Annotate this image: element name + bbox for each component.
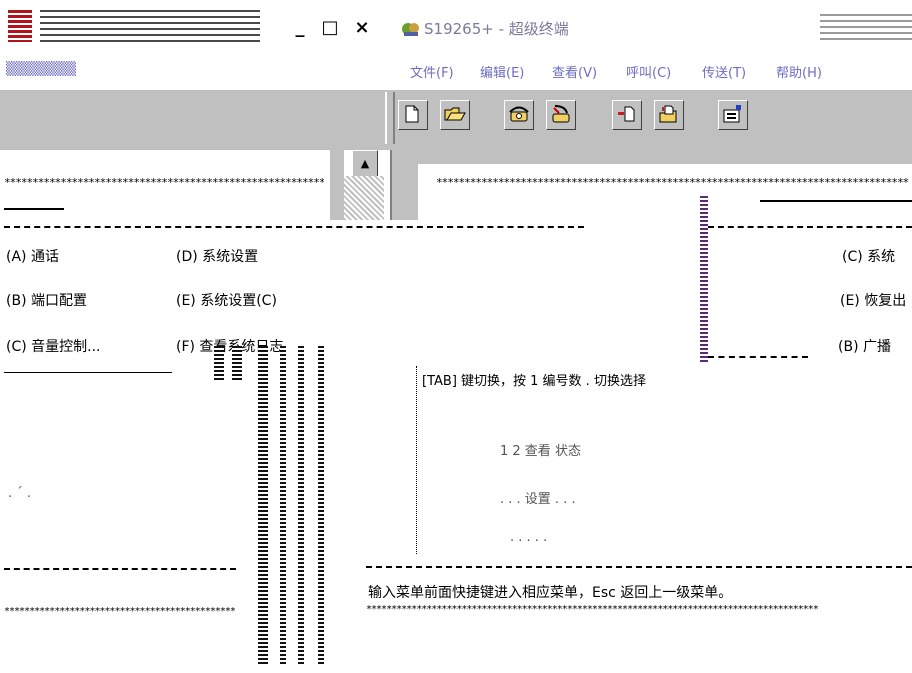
dialog-heading: [TAB] 键切换，按 1 编号数 . 切换选择	[422, 374, 646, 389]
new-file-icon	[405, 105, 419, 123]
glitch-stripe	[318, 346, 324, 666]
scroll-up-button[interactable]: ▲	[352, 150, 378, 178]
left-faint-text: . ´ .	[8, 486, 32, 501]
left-underline	[4, 208, 64, 210]
left-window-border	[330, 150, 344, 220]
menu-item-faded[interactable]: ▒▒▒▒▒▒▒	[6, 62, 76, 77]
dialog-left-border	[416, 366, 423, 554]
app-icon	[8, 10, 32, 42]
glitch-stripe	[258, 346, 268, 666]
glitch-stripe-purple	[700, 196, 708, 364]
left-separator	[4, 372, 172, 373]
right-menu-item-2[interactable]: (E) 恢复出	[840, 290, 906, 310]
open-folder-icon	[444, 107, 466, 121]
maximize-button[interactable]: □	[320, 18, 340, 38]
left-header-stars: ****************************************…	[4, 176, 324, 189]
send-file-icon	[618, 106, 635, 122]
right-window-left	[404, 164, 418, 220]
send-button[interactable]	[612, 100, 642, 130]
close-button[interactable]: ×	[352, 18, 372, 38]
right-menu-item-3[interactable]: (B) 广播	[838, 336, 891, 356]
toolbar-divider	[385, 92, 395, 144]
splitter[interactable]	[390, 150, 404, 220]
status-dash-top	[366, 566, 912, 568]
right-top-rule	[760, 200, 912, 202]
window-title: S19265+ - 超级终端	[424, 20, 569, 38]
glitch-stripe	[298, 346, 304, 666]
phone-call-icon	[509, 106, 529, 122]
menu-volume-item[interactable]: (C) 音量控制...	[6, 336, 101, 356]
right-menu-item-1[interactable]: (C) 系统	[842, 246, 895, 266]
glitch-stripe	[280, 346, 286, 666]
scrollbar-track[interactable]	[344, 176, 384, 220]
glitch-stripe	[214, 346, 224, 382]
status-hint: 输入菜单前面快捷键进入相应菜单，Esc 返回上一级菜单。	[368, 585, 733, 601]
left-footer-stars: ****************************************…	[4, 606, 236, 617]
call-button[interactable]	[504, 100, 534, 130]
menu-port-item[interactable]: (B) 端口配置	[6, 290, 87, 310]
hyperterminal-icon	[400, 20, 422, 38]
menu-settings-item[interactable]: (E) 系统设置(C)	[176, 290, 277, 310]
receive-button[interactable]	[654, 100, 684, 130]
menu-file[interactable]: 文件(F)	[410, 62, 454, 81]
glitch-stripe	[232, 346, 242, 382]
right-mid-rule	[708, 356, 808, 358]
right-dash-top	[708, 226, 912, 228]
menu-edit[interactable]: 编辑(E)	[480, 62, 524, 81]
right-header-stars: ****************************************…	[436, 176, 909, 189]
status-footer-stars: ****************************************…	[366, 604, 819, 615]
dialog-line-1: 1 2 查看 状态	[500, 444, 581, 459]
receive-file-icon	[659, 105, 677, 123]
menu-transfer[interactable]: 传送(T)	[702, 62, 746, 81]
minimize-button[interactable]: _	[290, 18, 310, 38]
disconnect-button[interactable]	[546, 100, 576, 130]
right-window-top	[404, 150, 912, 164]
menu-help[interactable]: 帮助(H)	[776, 62, 822, 81]
phone-disconnect-icon	[552, 105, 570, 123]
window-controls-faded	[820, 14, 912, 42]
left-dash-line-top	[4, 226, 584, 228]
dialog-line-2: . . . 设置 . . .	[500, 492, 576, 507]
menu-sysconfig-item[interactable]: (D) 系统设置	[176, 246, 258, 266]
properties-button[interactable]	[718, 100, 748, 130]
window-title-faded	[40, 10, 260, 44]
menu-call-item[interactable]: (A) 通话	[6, 246, 59, 266]
dialog-line-3: . . . . .	[510, 530, 548, 545]
left-dash-line-bottom	[4, 568, 236, 570]
menu-view[interactable]: 查看(V)	[552, 62, 597, 81]
open-button[interactable]	[440, 100, 470, 130]
menu-call[interactable]: 呼叫(C)	[626, 62, 671, 81]
properties-icon	[723, 105, 741, 123]
new-file-button[interactable]	[398, 100, 428, 130]
